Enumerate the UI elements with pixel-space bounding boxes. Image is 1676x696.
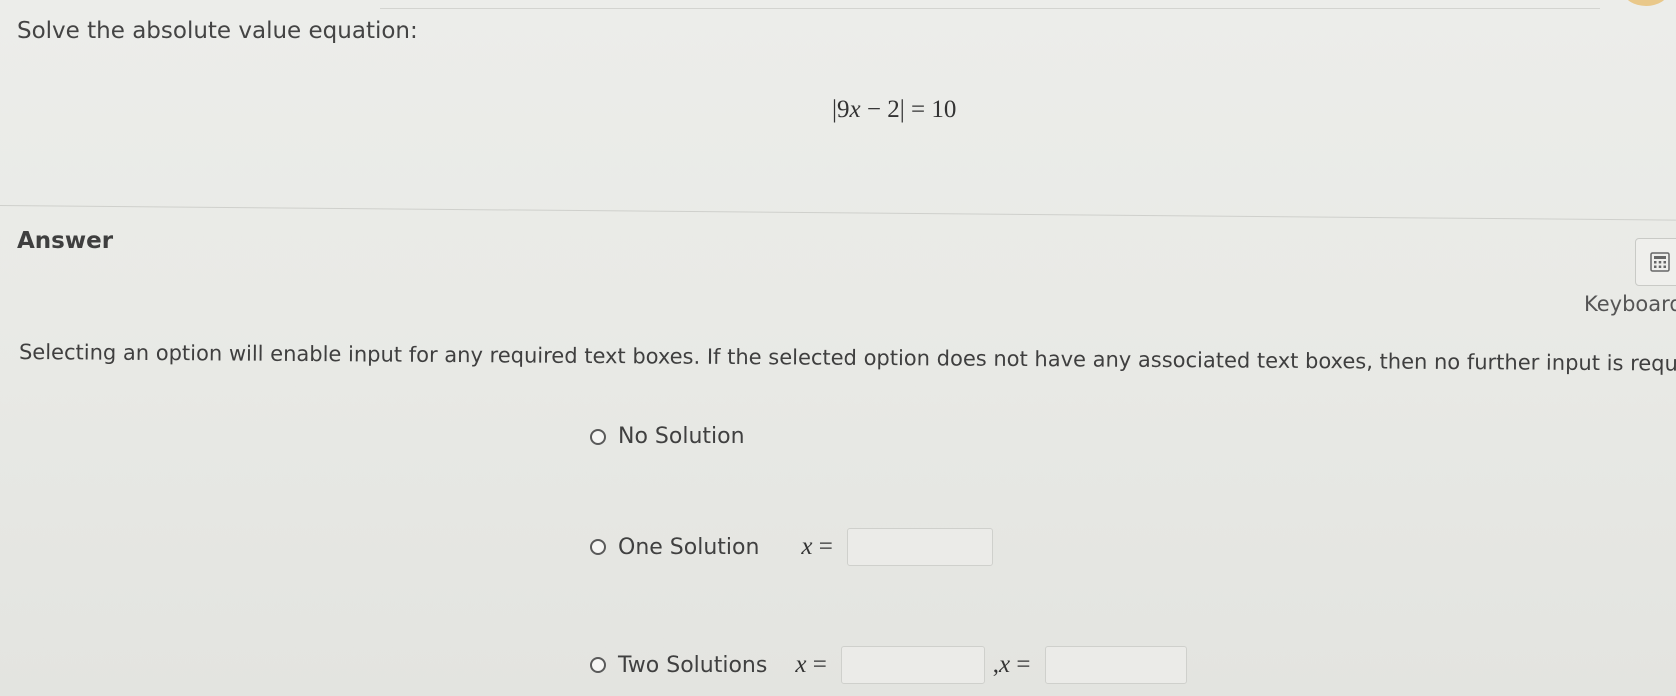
two-solutions-var-2: x (999, 651, 1011, 678)
equation-variable: x (849, 96, 861, 123)
equation-rhs: 10 (931, 96, 957, 123)
option-one-solution[interactable]: One Solution x = (590, 528, 993, 566)
two-solutions-input-2[interactable] (1044, 646, 1187, 684)
two-solutions-var-1: x (795, 651, 807, 678)
radio-one-solution[interactable] (590, 539, 606, 555)
one-solution-prefix: x = (801, 533, 832, 561)
instructions-text: Selecting an option will enable input fo… (18, 340, 1676, 376)
answer-heading: Answer (17, 228, 114, 254)
option-label-two-solutions[interactable]: Two Solutions (618, 653, 767, 678)
keyboard-label[interactable]: Keyboard (1584, 292, 1676, 316)
one-solution-equals: = (812, 533, 833, 560)
one-solution-input[interactable] (846, 528, 993, 566)
option-two-solutions[interactable]: Two Solutions x = ,x = (590, 646, 1187, 684)
calculator-icon (1650, 252, 1670, 272)
keyboard-button[interactable] (1635, 238, 1676, 286)
two-solutions-second-prefix: ,x = (993, 651, 1031, 679)
two-solutions-input-1[interactable] (840, 646, 985, 684)
top-rule (380, 0, 1600, 9)
two-solutions-equals-2: = (1010, 651, 1031, 678)
equation-equals: = (904, 96, 932, 123)
option-label-no-solution[interactable]: No Solution (618, 424, 745, 449)
equation-minus-term: − 2 (860, 96, 900, 123)
equation: |9x − 2| = 10 (832, 96, 956, 124)
two-solutions-equals-1: = (806, 651, 827, 678)
equation-coefficient: 9 (837, 96, 850, 123)
radio-no-solution[interactable] (590, 428, 606, 445)
section-divider (0, 205, 1676, 221)
two-solutions-prefix: x = (795, 651, 826, 679)
option-no-solution[interactable]: No Solution (590, 424, 745, 449)
question-prompt: Solve the absolute value equation: (17, 18, 418, 44)
option-label-one-solution[interactable]: One Solution (618, 535, 759, 560)
one-solution-var: x (801, 533, 813, 560)
corner-badge (1624, 0, 1668, 6)
radio-two-solutions[interactable] (590, 657, 606, 673)
